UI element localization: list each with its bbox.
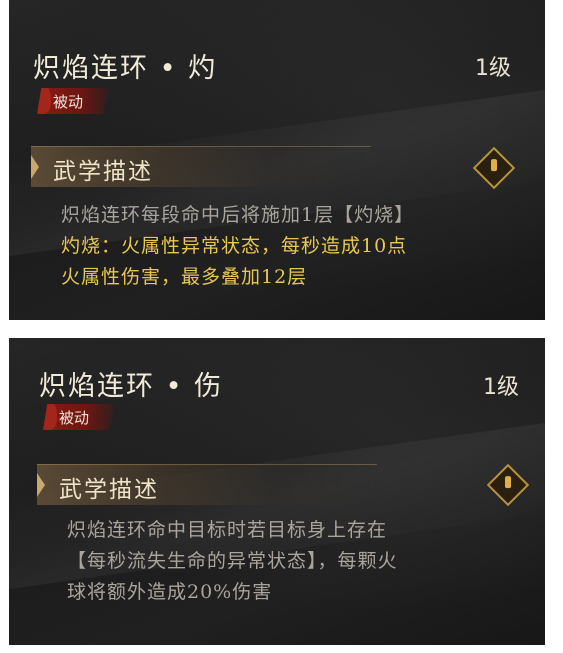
passive-tag-label: 被动	[53, 93, 84, 111]
flame-icon	[43, 404, 57, 430]
section-title: 武学描述	[53, 159, 153, 185]
section-header: 武学描述	[37, 464, 377, 505]
description-line: 火属性伤害，最多叠加12层	[61, 266, 308, 288]
arrow-icon	[31, 155, 39, 179]
description-line: 【每秒流失生命的异常状态】，每颗火	[67, 550, 398, 572]
skill-card-burn: 炽焰连环 • 灼 1级 被动 武学描述 炽焰连环每段命中后将施加1层【灼烧】 灼…	[9, 0, 545, 320]
skill-title: 炽焰连环 • 灼	[33, 53, 218, 84]
description-line: 灼烧：火属性异常状态，每秒造成10点	[61, 235, 408, 257]
flame-icon	[37, 88, 51, 114]
passive-tag: 被动	[37, 88, 109, 114]
description-line: 球将额外造成20%伤害	[67, 581, 273, 603]
passive-tag: 被动	[43, 404, 115, 430]
skill-title: 炽焰连环 • 伤	[39, 371, 224, 402]
passive-tag-label: 被动	[59, 409, 90, 427]
skill-card-wound: 炽焰连环 • 伤 1级 被动 武学描述 炽焰连环命中目标时若目标身上存在 【每秒…	[9, 338, 545, 645]
skill-level: 1级	[483, 375, 519, 400]
description-line: 炽焰连环命中目标时若目标身上存在	[67, 519, 388, 541]
arrow-icon	[37, 473, 45, 497]
gold-diamond-icon[interactable]	[486, 463, 530, 507]
description-line: 炽焰连环每段命中后将施加1层【灼烧】	[61, 204, 415, 226]
skill-level: 1级	[475, 56, 511, 81]
section-header: 武学描述	[31, 146, 371, 187]
gold-diamond-icon[interactable]	[472, 146, 516, 190]
section-title: 武学描述	[59, 477, 159, 503]
